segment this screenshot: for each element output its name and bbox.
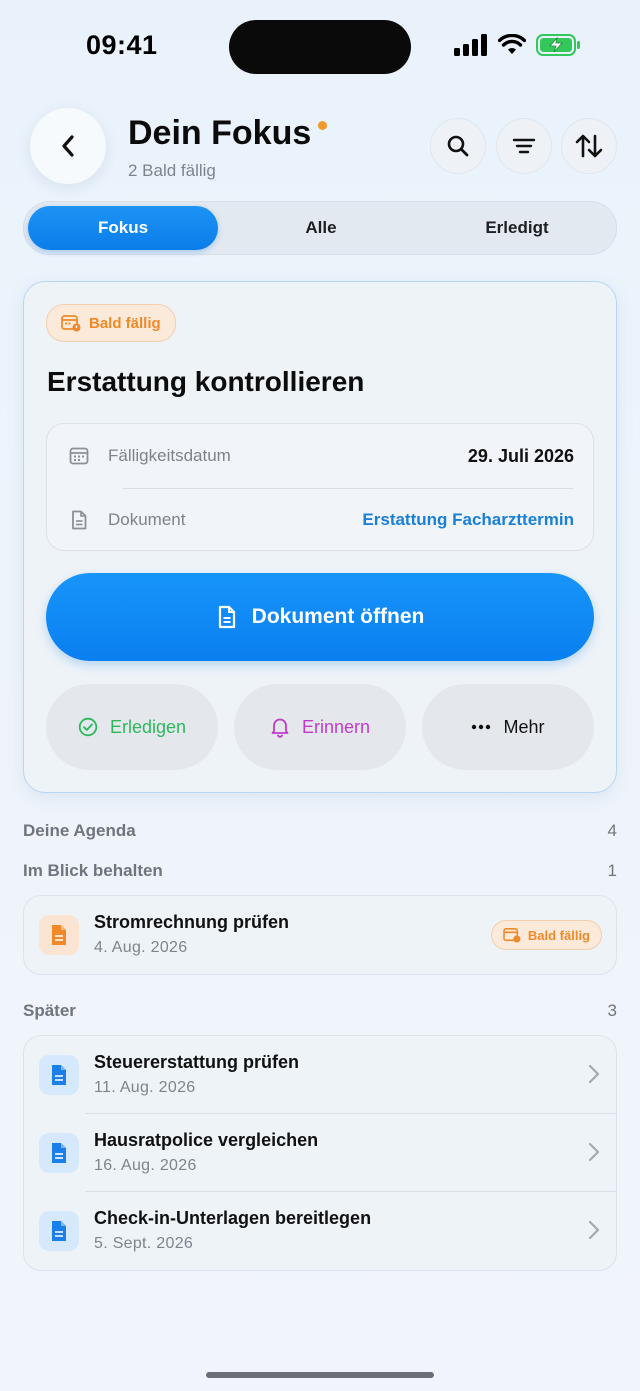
document-tile <box>39 1055 79 1095</box>
signal-icon <box>454 34 487 56</box>
document-icon <box>52 925 66 945</box>
wifi-icon <box>498 34 526 54</box>
later-count: 3 <box>607 1001 617 1020</box>
open-document-button[interactable]: Dokument öffnen <box>46 573 594 661</box>
more-button[interactable]: Mehr <box>422 684 594 770</box>
document-link[interactable]: Erstattung Facharzttermin <box>362 510 574 530</box>
complete-button[interactable]: Erledigen <box>46 684 218 770</box>
calendar-alert-icon <box>503 927 521 943</box>
chevron-right-icon <box>588 1142 600 1162</box>
view-tabs: Fokus Alle Erledigt <box>23 201 617 255</box>
list-item[interactable]: Check-in-Unterlagen bereitlegen 5. Sept.… <box>24 1192 616 1270</box>
item-date: 5. Sept. 2026 <box>94 1235 194 1252</box>
ellipsis-icon <box>472 724 491 730</box>
item-title: Steuererstattung prüfen <box>94 1052 300 1072</box>
status-bar: 09:41 <box>0 0 640 94</box>
task-details: Fälligkeitsdatum 29. Juli 2026 Dokument … <box>46 423 594 551</box>
back-button[interactable] <box>30 108 106 184</box>
filter-button[interactable] <box>496 118 552 174</box>
document-tile <box>39 915 79 955</box>
header: Dein Fokus 2 Bald fällig <box>0 106 640 186</box>
document-label: Dokument <box>108 510 186 529</box>
later-header: Später 3 <box>23 1001 617 1021</box>
item-title: Check-in-Unterlagen bereitlegen <box>94 1208 372 1228</box>
search-icon <box>447 135 469 157</box>
watch-count: 1 <box>607 861 617 880</box>
chevron-left-icon <box>62 135 74 157</box>
calendar-icon <box>69 447 89 465</box>
page-title: Dein Fokus <box>128 114 312 152</box>
search-button[interactable] <box>430 118 486 174</box>
remind-button[interactable]: Erinnern <box>234 684 406 770</box>
document-icon <box>52 1221 66 1241</box>
document-icon <box>52 1065 66 1085</box>
later-title: Später <box>23 1001 76 1020</box>
document-icon <box>52 1143 66 1163</box>
sort-arrows-icon <box>575 134 603 158</box>
page-subtitle: 2 Bald fällig <box>128 161 216 180</box>
focus-card: Bald fällig Erstattung kontrollieren Fäl… <box>23 281 617 793</box>
more-label: Mehr <box>503 716 545 737</box>
item-title: Hausratpolice vergleichen <box>94 1130 319 1150</box>
agenda-header: Deine Agenda 4 <box>23 821 617 841</box>
agenda-title: Deine Agenda <box>23 821 136 840</box>
due-soon-badge: Bald fällig <box>46 304 176 342</box>
due-date-label: Fälligkeitsdatum <box>108 446 231 465</box>
due-date-value: 29. Juli 2026 <box>467 445 574 466</box>
watch-list: Stromrechnung prüfen 4. Aug. 2026 Bald f… <box>23 895 617 975</box>
tab-fokus[interactable]: Fokus <box>28 206 218 250</box>
agenda-count: 4 <box>607 821 617 840</box>
calendar-alert-icon <box>61 315 81 332</box>
filter-lines-icon <box>512 138 536 154</box>
bell-icon <box>271 718 289 738</box>
check-circle-icon <box>78 717 98 737</box>
item-date: 16. Aug. 2026 <box>94 1157 197 1174</box>
item-date: 11. Aug. 2026 <box>94 1079 196 1096</box>
list-item[interactable]: Hausratpolice vergleichen 16. Aug. 2026 <box>24 1114 616 1192</box>
later-list: Steuererstattung prüfen 11. Aug. 2026 Ha… <box>23 1035 617 1271</box>
due-date-row: Fälligkeitsdatum 29. Juli 2026 <box>47 424 595 488</box>
chevron-right-icon <box>588 1220 600 1240</box>
dynamic-island <box>229 20 411 74</box>
watch-header: Im Blick behalten 1 <box>23 861 617 881</box>
watch-title: Im Blick behalten <box>23 861 163 880</box>
sort-button[interactable] <box>561 118 617 174</box>
document-row: Dokument Erstattung Facharzttermin <box>47 488 595 552</box>
chevron-right-icon <box>588 1064 600 1084</box>
status-icons <box>454 34 582 56</box>
due-soon-badge: Bald fällig <box>490 920 602 950</box>
status-dot <box>318 121 328 130</box>
due-soon-badge-label: Bald fällig <box>527 927 590 943</box>
battery-icon <box>536 34 580 56</box>
remind-label: Erinnern <box>301 716 371 737</box>
title-block: Dein Fokus 2 Bald fällig <box>128 114 328 181</box>
status-time: 09:41 <box>86 30 158 60</box>
complete-label: Erledigen <box>109 716 187 737</box>
list-item[interactable]: Stromrechnung prüfen 4. Aug. 2026 Bald f… <box>24 896 616 974</box>
home-indicator[interactable] <box>206 1372 434 1378</box>
tab-erledigt[interactable]: Erledigt <box>422 206 612 250</box>
document-icon <box>72 510 87 530</box>
item-date: 4. Aug. 2026 <box>94 939 188 956</box>
document-tile <box>39 1133 79 1173</box>
document-icon <box>218 605 235 629</box>
list-item[interactable]: Steuererstattung prüfen 11. Aug. 2026 <box>24 1036 616 1114</box>
open-document-label: Dokument öffnen <box>251 605 425 628</box>
focus-task-title: Erstattung kontrollieren <box>47 366 365 397</box>
document-tile <box>39 1211 79 1251</box>
tab-alle[interactable]: Alle <box>226 206 416 250</box>
item-title: Stromrechnung prüfen <box>94 912 290 932</box>
due-soon-badge-label: Bald fällig <box>89 314 161 332</box>
